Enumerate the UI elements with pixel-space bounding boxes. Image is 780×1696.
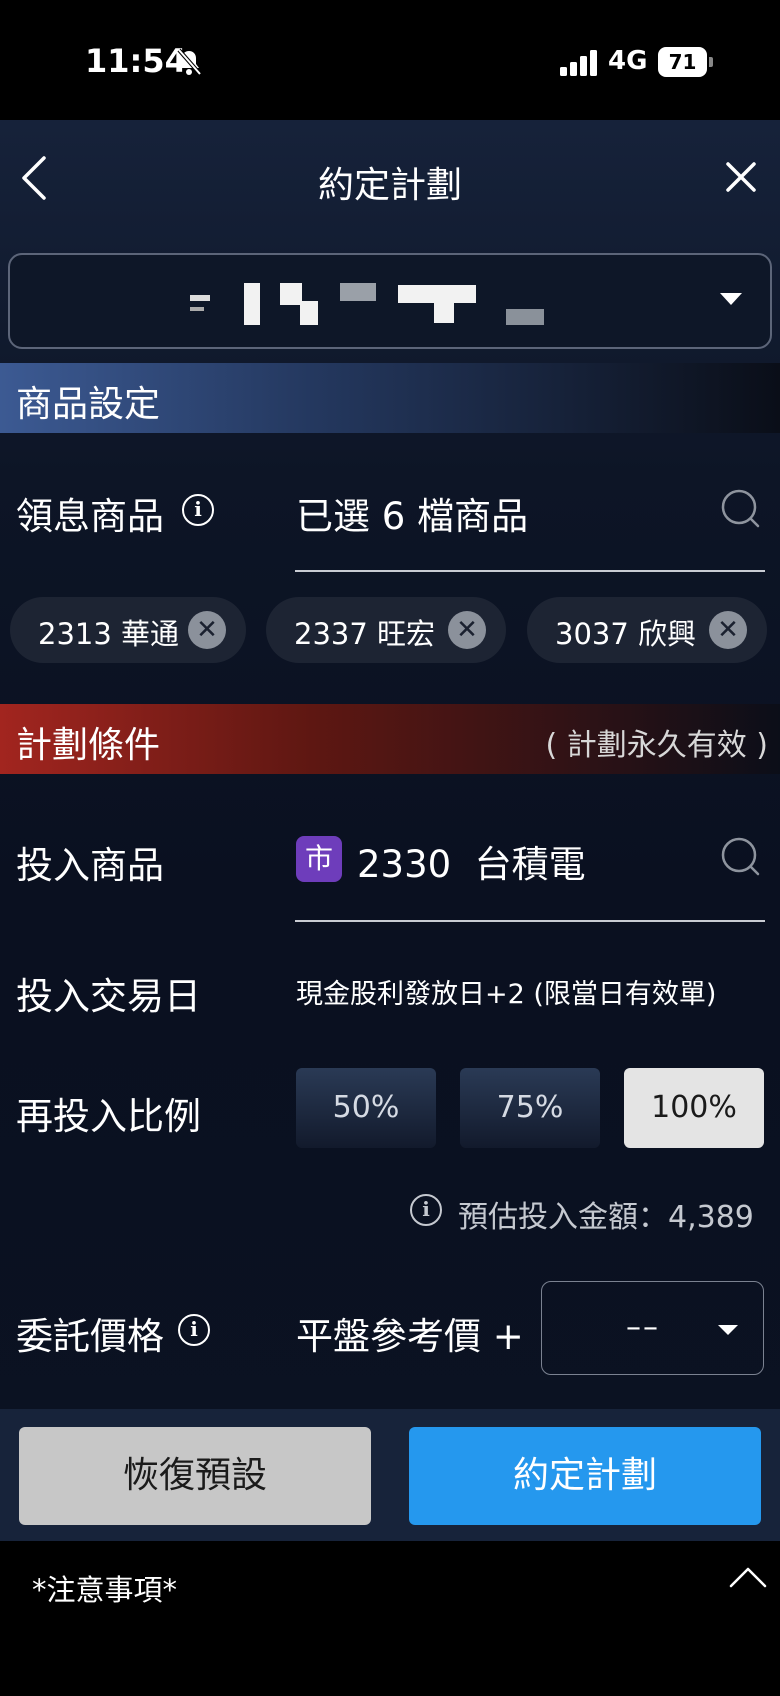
chip-label: 2313 華通 xyxy=(38,617,180,651)
product-chip[interactable]: 2337 旺宏 ✕ xyxy=(266,597,506,663)
chevron-down-icon xyxy=(720,293,742,305)
market-badge: 市 xyxy=(296,836,342,882)
product-chip[interactable]: 3037 欣興 ✕ xyxy=(527,597,767,663)
reinvest-ratio-label: 再投入比例 xyxy=(16,1095,201,1138)
section-product-header: 商品設定 xyxy=(0,363,780,433)
reset-button[interactable]: 恢復預設 xyxy=(19,1427,371,1525)
trade-day-label: 投入交易日 xyxy=(16,975,201,1018)
price-base-text: 平盤參考價 + xyxy=(296,1315,524,1358)
estimate-amount-text: 預估投入金額：4,389 xyxy=(458,1200,754,1235)
remove-chip-icon[interactable]: ✕ xyxy=(709,611,747,649)
account-dropdown[interactable] xyxy=(8,253,772,349)
section-note: ( 計劃永久有效 ) xyxy=(545,728,768,763)
section-title: 商品設定 xyxy=(16,384,161,425)
battery-level: 71 xyxy=(668,50,697,74)
remove-chip-icon[interactable]: ✕ xyxy=(188,611,226,649)
network-label: 4G xyxy=(608,46,648,76)
submit-plan-button[interactable]: 約定計劃 xyxy=(409,1427,761,1525)
invest-product-value[interactable]: 2330 台積電 xyxy=(357,834,586,888)
price-offset-value: –– xyxy=(626,1310,660,1345)
selected-products-text[interactable]: 已選 6 檔商品 xyxy=(296,486,528,540)
app-screen: 約定計劃 商品設定 領息商品 i 已選 6 檔商品 2313 華通 ✕ 2337… xyxy=(0,120,780,1541)
bell-slash-icon xyxy=(177,48,202,76)
chevron-up-icon[interactable] xyxy=(728,1565,768,1589)
notes-label: *注意事項* xyxy=(32,1573,178,1607)
chevron-down-icon xyxy=(718,1325,738,1335)
remove-chip-icon[interactable]: ✕ xyxy=(448,611,486,649)
search-icon[interactable] xyxy=(720,488,762,530)
dividend-product-label: 領息商品 xyxy=(16,495,164,538)
section-title: 計劃條件 xyxy=(16,725,161,766)
close-icon[interactable] xyxy=(724,160,758,194)
field-underline xyxy=(295,920,765,922)
signal-icon xyxy=(560,50,597,76)
notes-bar[interactable]: *注意事項* xyxy=(0,1541,780,1696)
info-icon[interactable]: i xyxy=(182,494,214,526)
search-icon[interactable] xyxy=(720,836,762,878)
ratio-100-button[interactable]: 100% xyxy=(624,1068,764,1148)
battery-icon: 71 xyxy=(658,47,714,77)
ratio-50-button[interactable]: 50% xyxy=(296,1068,436,1148)
info-icon[interactable]: i xyxy=(410,1194,442,1226)
chip-label: 3037 欣興 xyxy=(555,617,697,651)
section-plan-header: 計劃條件 ( 計劃永久有效 ) xyxy=(0,704,780,774)
invest-product-label: 投入商品 xyxy=(16,844,164,887)
nav-bar: 約定計劃 xyxy=(0,120,780,240)
info-icon[interactable]: i xyxy=(178,1314,210,1346)
trade-day-value: 現金股利發放日+2 (限當日有效單) xyxy=(296,979,717,1010)
masked-account xyxy=(190,279,570,325)
page-title: 約定計劃 xyxy=(317,165,462,206)
field-underline xyxy=(295,570,765,572)
ratio-75-button[interactable]: 75% xyxy=(460,1068,600,1148)
price-offset-dropdown[interactable]: –– xyxy=(541,1281,764,1375)
order-price-label: 委託價格 xyxy=(16,1315,164,1358)
action-bar: 恢復預設 約定計劃 xyxy=(0,1409,780,1541)
chip-label: 2337 旺宏 xyxy=(294,617,436,651)
status-bar: 11:54 4G 71 xyxy=(0,0,780,120)
status-time: 11:54 xyxy=(85,42,187,80)
product-chip[interactable]: 2313 華通 ✕ xyxy=(10,597,246,663)
